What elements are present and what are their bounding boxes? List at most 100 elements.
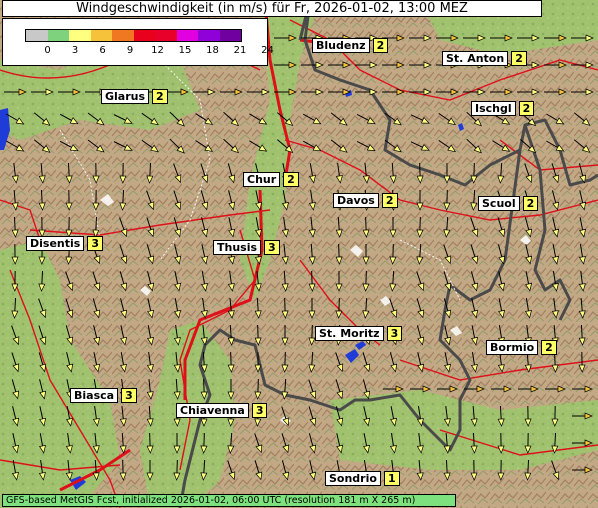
wind-arrow <box>113 141 133 151</box>
wind-arrow <box>247 88 270 96</box>
wind-arrow <box>464 385 485 393</box>
wind-arrow <box>416 325 425 346</box>
wind-arrow <box>92 459 100 481</box>
wind-arrow <box>281 325 289 346</box>
place-wind-value: 3 <box>121 388 137 403</box>
wind-arrow <box>277 112 294 126</box>
wind-arrow <box>11 216 19 238</box>
wind-arrow <box>200 351 208 373</box>
wind-arrow <box>552 244 559 265</box>
wind-arrow <box>113 114 133 124</box>
wind-arrow <box>416 243 424 265</box>
wind-arrow <box>410 385 431 393</box>
place-sondrio: Sondrio 1 <box>325 471 400 486</box>
wind-arrow <box>120 325 128 346</box>
wind-arrow <box>497 432 505 454</box>
place-glarus: Glarus 2 <box>101 89 168 104</box>
wind-arrow <box>254 352 262 373</box>
wind-arrow <box>169 111 185 127</box>
wind-arrow <box>200 298 208 319</box>
wind-arrow <box>173 352 181 373</box>
wind-arrow <box>578 351 586 373</box>
wind-speed-legend: 0 3 6 9 12 15 18 21 24 <box>2 18 274 66</box>
wind-arrow <box>384 139 402 153</box>
wind-arrow <box>227 324 235 346</box>
place-disentis: Disentis 3 <box>26 236 103 251</box>
wind-arrow <box>254 378 262 400</box>
wind-arrow <box>470 271 479 292</box>
scale-segment <box>176 30 198 41</box>
wind-arrow <box>471 325 478 346</box>
place-name: Ischgl <box>471 101 516 116</box>
wind-arrow <box>255 190 263 211</box>
place-name: Disentis <box>26 236 85 251</box>
wind-arrow <box>573 139 591 153</box>
wind-arrow <box>228 217 236 238</box>
wind-arrow <box>120 298 128 319</box>
wind-arrow <box>544 34 567 42</box>
wind-arrow <box>389 217 397 238</box>
wind-arrow <box>383 385 404 393</box>
wind-arrow <box>227 271 235 292</box>
wind-arrow <box>173 325 181 346</box>
wind-arrow <box>301 61 324 69</box>
wind-arrow <box>38 216 46 238</box>
wind-arrow <box>524 432 532 454</box>
wind-arrow <box>281 378 289 400</box>
wind-arrow <box>11 379 20 400</box>
wind-arrow <box>281 460 290 481</box>
place-name: Chiavenna <box>176 403 249 418</box>
wind-arrow <box>463 88 486 96</box>
wind-arrow <box>141 112 159 126</box>
wind-arrow <box>38 298 47 319</box>
wind-arrow <box>551 460 560 481</box>
wind-arrow <box>308 379 317 400</box>
place-wind-value: 3 <box>251 403 268 418</box>
wind-arrow <box>281 244 289 265</box>
wind-arrow <box>119 162 127 184</box>
wind-arrow <box>410 141 430 151</box>
wind-arrow <box>416 406 424 427</box>
wind-arrow <box>274 61 297 69</box>
wind-arrow <box>335 243 343 265</box>
wind-arrow <box>173 190 182 211</box>
wind-arrow <box>571 34 594 42</box>
wind-arrow <box>146 217 155 238</box>
wind-arrow <box>308 298 316 319</box>
wind-arrow <box>200 190 209 211</box>
wind-arrow <box>524 459 532 481</box>
scale-tick-label: 0 <box>44 45 51 56</box>
scale-tick-label: 15 <box>178 45 192 56</box>
wind-arrow <box>173 378 181 400</box>
wind-arrow <box>382 88 405 96</box>
wind-arrow <box>200 271 208 292</box>
wind-arrow <box>92 406 100 427</box>
place-biasca: Biasca 3 <box>70 388 137 403</box>
place-chur: Chur 2 <box>243 172 299 187</box>
wind-arrow <box>227 460 236 481</box>
wind-arrow <box>65 298 74 319</box>
place-wind-value: 2 <box>518 101 535 116</box>
scale-tick-label: 18 <box>206 45 219 56</box>
wind-arrow <box>220 88 243 96</box>
wind-arrow <box>6 113 25 125</box>
wind-arrow <box>409 34 432 42</box>
wind-arrow <box>38 433 46 454</box>
wind-arrow <box>223 111 240 127</box>
wind-arrow <box>173 217 182 238</box>
wind-arrow <box>65 216 73 238</box>
wind-arrow <box>330 139 348 153</box>
wind-arrow <box>65 271 74 292</box>
wind-arrow <box>227 163 236 184</box>
wind-arrow <box>490 34 513 42</box>
wind-arrow <box>174 244 182 265</box>
wind-arrow <box>11 243 19 265</box>
place-name: Thusis <box>213 240 262 255</box>
place-chiavenna: Chiavenna 3 <box>176 403 268 418</box>
wind-arrow <box>6 140 25 152</box>
wind-arrow <box>525 244 533 265</box>
wind-arrow <box>166 88 189 96</box>
wind-arrow <box>119 271 128 292</box>
wind-arrow <box>362 270 370 292</box>
wind-arrow <box>551 405 559 427</box>
